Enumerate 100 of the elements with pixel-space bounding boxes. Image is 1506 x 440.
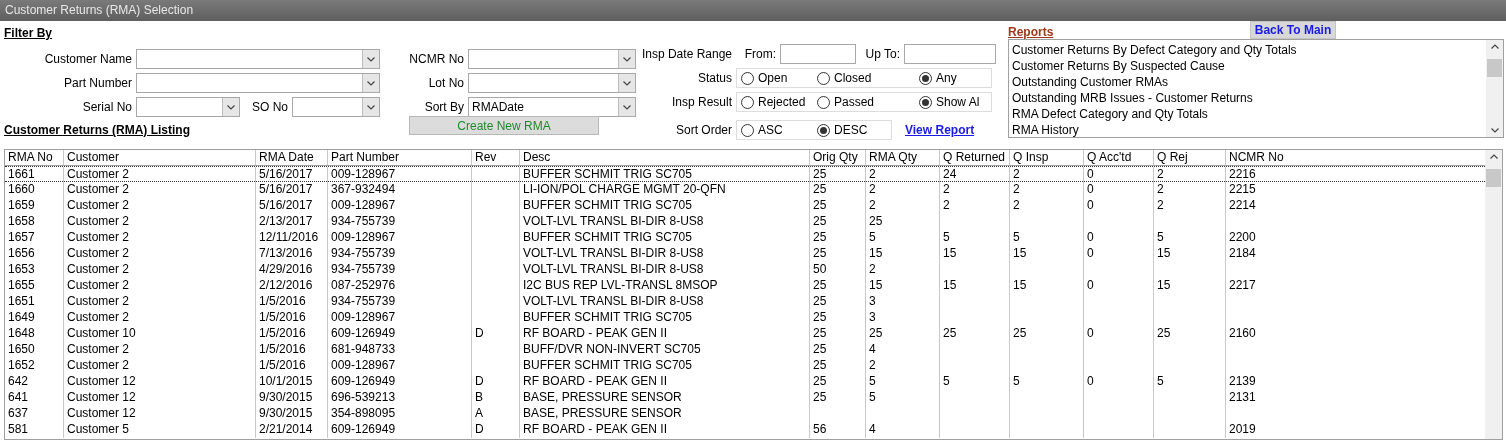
field-label: Status <box>696 71 733 85</box>
table-cell: 934-755739 <box>327 214 471 230</box>
dropdown-button[interactable] <box>618 98 635 116</box>
radio-button[interactable] <box>817 123 830 137</box>
table-cell-text: 1651 <box>7 294 36 310</box>
column-header[interactable]: Customer <box>63 150 255 165</box>
table-cell: 0 <box>1083 374 1153 390</box>
report-item[interactable]: Customer Returns By Suspected Cause <box>1012 58 1486 74</box>
table-cell-text: 1661 <box>7 167 36 182</box>
table-row[interactable]: 1656 Customer 2 7/13/2016 934-755739 VOLT-LVL TRANSL BI-DIR 8-US8 25 15 15 15 0 15 2184 <box>5 246 1485 262</box>
table-cell: 0 <box>1083 246 1153 262</box>
column-header[interactable]: Rev <box>471 150 519 165</box>
view-report-link[interactable]: View Report <box>905 123 975 137</box>
report-item[interactable]: RMA Defect Category and Qty Totals <box>1012 106 1486 122</box>
table-row[interactable]: 1660 Customer 2 5/16/2017 367-932494 LI-ION/POL CHARGE MGMT 20-QFN 25 2 2 2 0 2 2215 <box>5 182 1485 198</box>
table-cell-text: 1649 <box>7 310 36 326</box>
dropdown-button[interactable] <box>222 98 239 116</box>
table-cell: 609-126949 <box>327 326 471 342</box>
radio-label: DESC <box>834 123 868 137</box>
table-cell: 5 <box>1153 230 1225 246</box>
column-header[interactable]: Q Insp <box>1009 150 1083 165</box>
dropdown[interactable] <box>136 97 240 117</box>
dropdown[interactable] <box>468 73 636 93</box>
table-cell: VOLT-LVL TRANSL BI-DIR 8-US8 <box>519 294 809 310</box>
table-cell: B <box>471 390 519 406</box>
dropdown-button[interactable] <box>618 74 635 92</box>
table-row[interactable]: 581 Customer 5 2/21/2014 609-126949 D RF BOARD - PEAK GEN II 56 4 2019 <box>5 422 1485 438</box>
table-row[interactable]: 641 Customer 12 9/30/2015 696-539213 B BASE, PRESSURE SENSOR 25 5 2131 <box>5 390 1485 406</box>
dropdown-button[interactable] <box>362 98 379 116</box>
table-row[interactable]: 1658 Customer 2 2/13/2017 934-755739 VOLT-LVL TRANSL BI-DIR 8-US8 25 25 <box>5 214 1485 230</box>
table-cell: I2C BUS REP LVL-TRANSL 8MSOP <box>519 278 809 294</box>
table-cell: 1/5/2016 <box>255 294 327 310</box>
scrollbar-thumb[interactable] <box>1487 59 1502 77</box>
table-cell: 9/30/2015 <box>255 406 327 422</box>
column-header[interactable]: Orig Qty <box>809 150 865 165</box>
table-cell: 2 <box>865 262 939 278</box>
field-label: Lot No <box>427 76 465 90</box>
table-cell: 1/5/2016 <box>255 326 327 342</box>
table-cell: BASE, PRESSURE SENSOR <box>519 406 809 422</box>
table-cell: 5 <box>865 230 939 246</box>
table-cell: RF BOARD - PEAK GEN II <box>519 326 809 342</box>
date-field[interactable] <box>780 44 856 64</box>
table-row[interactable]: 1653 Customer 2 4/29/2016 934-755739 VOLT-LVL TRANSL BI-DIR 8-US8 50 2 <box>5 262 1485 278</box>
dropdown[interactable] <box>292 97 380 117</box>
dropdown[interactable] <box>468 49 636 69</box>
column-header[interactable]: RMA Qty <box>865 150 939 165</box>
chevron-up-icon <box>1489 154 1498 159</box>
table-cell: 087-252976 <box>327 278 471 294</box>
report-item[interactable]: Outstanding MRB Issues - Customer Returns <box>1012 90 1486 106</box>
back-button[interactable]: Back To Main <box>1250 21 1336 39</box>
table-cell: 0 <box>1083 167 1153 182</box>
report-item[interactable]: Customer Returns By Defect Category and Qty Totals <box>1012 42 1486 58</box>
table-row[interactable]: 1661 Customer 2 5/16/2017 009-128967 BUFFER SCHMIT TRIG SC705 25 2 24 2 0 2 2216 <box>5 166 1485 182</box>
dropdown-button[interactable] <box>362 74 379 92</box>
dropdown-button[interactable] <box>362 50 379 68</box>
table-row[interactable]: 1655 Customer 2 2/12/2016 087-252976 I2C BUS REP LVL-TRANSL 8MSOP 25 15 15 15 0 15 2217 <box>5 278 1485 294</box>
scrollbar-thumb[interactable] <box>1486 169 1501 187</box>
table-cell: Customer 2 <box>63 310 255 326</box>
table-row[interactable]: 1657 Customer 2 12/11/2016 009-128967 BUFFER SCHMIT TRIG SC705 25 5 5 5 0 5 2200 <box>5 230 1485 246</box>
table-cell: 25 <box>865 214 939 230</box>
report-item[interactable]: Outstanding Customer RMAs <box>1012 74 1486 90</box>
table-row[interactable]: 1650 Customer 2 1/5/2016 681-948733 BUFF/DVR NON-INVERT SC705 25 4 <box>5 342 1485 358</box>
radio-button[interactable] <box>919 71 932 85</box>
table-row[interactable]: 1651 Customer 2 1/5/2016 934-755739 VOLT-LVL TRANSL BI-DIR 8-US8 25 3 <box>5 294 1485 310</box>
table-cell-text: 637 <box>7 406 30 422</box>
column-header[interactable]: Q Returned <box>939 150 1009 165</box>
table-cell: BUFFER SCHMIT TRIG SC705 <box>519 230 809 246</box>
radio-button[interactable] <box>741 71 754 85</box>
table-cell: 934-755739 <box>327 294 471 310</box>
radio-label: Show Al <box>936 95 980 109</box>
date-field[interactable] <box>904 44 996 64</box>
table-cell-text: 1655 <box>7 278 36 294</box>
table-cell: 5 <box>1153 374 1225 390</box>
table-row[interactable]: 637 Customer 12 9/30/2015 354-898095 A BASE, PRESSURE SENSOR <box>5 406 1485 422</box>
table-row[interactable]: 642 Customer 12 10/1/2015 609-126949 D RF BOARD - PEAK GEN II 25 5 5 5 0 5 2139 <box>5 374 1485 390</box>
column-header[interactable]: Part Number <box>327 150 471 165</box>
radio-button[interactable] <box>741 95 754 109</box>
column-header[interactable]: RMA No <box>5 150 63 165</box>
column-header[interactable]: Desc <box>519 150 809 165</box>
report-item[interactable]: RMA History <box>1012 122 1486 138</box>
table-cell: 367-932494 <box>327 182 471 198</box>
radio-button[interactable] <box>741 123 754 137</box>
dropdown[interactable] <box>136 49 380 69</box>
column-header[interactable]: Q Acc'td <box>1083 150 1153 165</box>
column-header[interactable]: RMA Date <box>255 150 327 165</box>
table-cell: 56 <box>809 422 865 438</box>
table-row[interactable]: 1652 Customer 2 1/5/2016 009-128967 BUFFER SCHMIT TRIG SC705 25 2 <box>5 358 1485 374</box>
table-row[interactable]: 1648 Customer 10 1/5/2016 609-126949 D RF BOARD - PEAK GEN II 25 25 25 25 0 25 2160 <box>5 326 1485 342</box>
column-header[interactable]: Q Rej <box>1153 150 1225 165</box>
scrollbar[interactable] <box>1486 40 1503 137</box>
table-cell: 609-126949 <box>327 374 471 390</box>
dropdown[interactable]: RMADate <box>468 97 636 117</box>
dropdown-button[interactable] <box>618 50 635 68</box>
scrollbar[interactable] <box>1485 150 1502 439</box>
radio-button[interactable] <box>919 95 932 109</box>
radio-button[interactable] <box>817 95 830 109</box>
radio-button[interactable] <box>817 71 830 85</box>
dropdown[interactable] <box>136 73 380 93</box>
table-row[interactable]: 1649 Customer 2 1/5/2016 009-128967 BUFFER SCHMIT TRIG SC705 25 3 <box>5 310 1485 326</box>
table-row[interactable]: 1659 Customer 2 5/16/2017 009-128967 BUFFER SCHMIT TRIG SC705 25 2 2 2 0 2 2214 <box>5 198 1485 214</box>
